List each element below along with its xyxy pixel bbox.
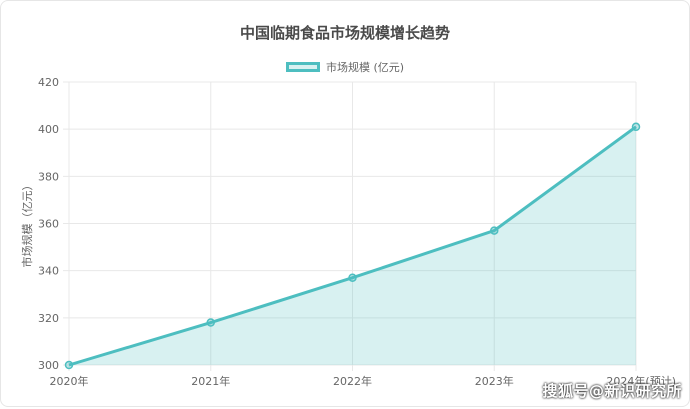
data-point[interactable] — [631, 122, 641, 132]
y-tick-label: 320 — [38, 312, 59, 325]
y-tick-label: 380 — [38, 170, 59, 183]
y-tick-label: 400 — [38, 123, 59, 136]
y-tick-label: 340 — [38, 265, 59, 278]
data-point[interactable] — [490, 226, 499, 235]
x-tick-label: 2022年 — [333, 374, 372, 388]
y-tick-label: 420 — [38, 76, 59, 89]
x-tick-label: 2020年 — [50, 374, 89, 388]
x-tick-label: 2021年 — [191, 374, 230, 388]
data-point[interactable] — [348, 273, 357, 282]
y-tick-label: 360 — [38, 218, 59, 231]
watermark: 搜狐号@新识研究所 — [542, 382, 682, 400]
data-point[interactable] — [64, 360, 74, 370]
y-tick-label: 300 — [38, 359, 59, 372]
data-point[interactable] — [206, 318, 215, 327]
y-axis-ticks: 300 320 340 360 380 400 420 — [38, 76, 59, 372]
x-tick-label: 2023年 — [475, 374, 514, 388]
line-chart: 300 320 340 360 380 400 420 2020年 2021年 2022年 202… — [20, 76, 676, 388]
y-axis-label: 市场规模（亿元） — [20, 180, 34, 268]
